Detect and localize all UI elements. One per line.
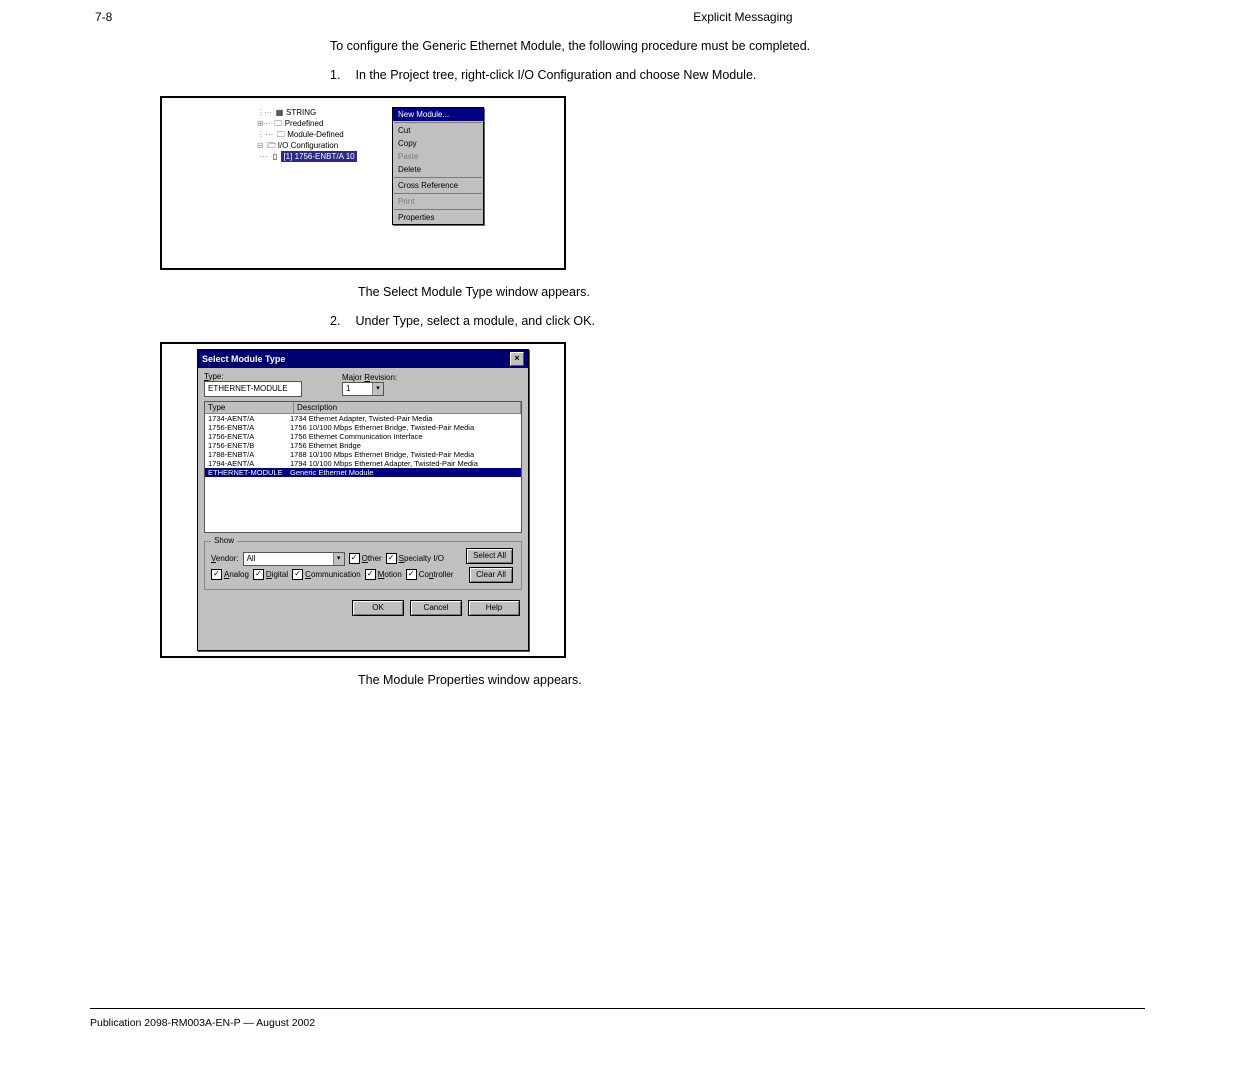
chk-motion[interactable]: ✓Motion [365,569,402,580]
tree-item-module-defined[interactable]: Module-Defined [287,129,343,140]
list-item[interactable]: 1756-ENBT/A1756 10/100 Mbps Ethernet Bri… [205,423,521,432]
ctx-paste: Paste [393,150,483,163]
cancel-button[interactable]: Cancel [410,600,462,616]
list-item-selected[interactable]: ETHERNET-MODULEGeneric Ethernet Module [205,468,521,477]
list-item[interactable]: 1794-AENT/A1794 10/100 Mbps Ethernet Ada… [205,459,521,468]
intro-paragraph: To configure the Generic Ethernet Module… [330,38,1140,55]
chk-controller[interactable]: ✓Controller [406,569,454,580]
ctx-separator [394,209,482,210]
figure-select-module-dialog: Select Module Type × Type: ETHERNET-MODU… [160,342,566,658]
figure-context-menu: ⋮⋯ ▦ STRING ⊞⋯ 🗀 Predefined ⋮ ⋯ 🗀 Module… [160,96,566,270]
ctx-copy[interactable]: Copy [393,137,483,150]
list-item[interactable]: 1756-ENET/B1756 Ethernet Bridge [205,441,521,450]
chk-other[interactable]: ✓Other [349,553,382,564]
column-header-type[interactable]: Type [205,402,294,413]
step3-text: Under Type, select a module, and click O… [355,313,1135,330]
ok-button[interactable]: OK [352,600,404,616]
dialog-footer: OK Cancel Help [198,594,528,622]
ctx-print: Print [393,195,483,208]
context-menu: New Module... Cut Copy Paste Delete Cros… [392,107,484,225]
close-icon[interactable]: × [510,352,524,366]
module-icon: ▯ [270,152,279,161]
tree-collapse-icon[interactable]: ⊟ [257,140,265,151]
step2-text: The Select Module Type window appears. [358,284,1140,301]
list-item[interactable]: 1788-ENBT/A1788 10/100 Mbps Ethernet Bri… [205,450,521,459]
step-number: 1. [330,67,352,84]
tree-connector-icon: ⋮ ⋯ [257,129,274,140]
tree-item-predefined[interactable]: Predefined [285,118,324,129]
section-title: Explicit Messaging [693,10,792,24]
tree-item-string[interactable]: STRING [286,107,316,118]
step4-text: The Module Properties window appears. [358,672,1140,689]
list-item[interactable]: 1734-AENT/A1734 Ethernet Adapter, Twiste… [205,414,521,423]
page-number: 7-8 [95,10,112,24]
show-groupbox: Show Vendor: All ▾ ✓Other ✓Specialty I/O… [204,541,522,590]
vendor-value: All [244,554,333,563]
dialog-title-text: Select Module Type [202,354,285,364]
ctx-cross-reference[interactable]: Cross Reference [393,179,483,192]
ctx-new-module[interactable]: New Module... [393,108,483,121]
publication-text: Publication 2098-RM003A-EN-P — August 20… [90,1017,315,1029]
module-type-list[interactable]: Type Description 1734-AENT/A1734 Etherne… [204,401,522,533]
ctx-delete[interactable]: Delete [393,163,483,176]
ctx-properties[interactable]: Properties [393,211,483,224]
chk-analog[interactable]: ✓Analog [211,569,249,580]
folder-icon: 🗀 [274,119,283,128]
tree-item-io-config[interactable]: I/O Configuration [278,140,338,151]
list-item[interactable]: 1756-ENET/A1756 Ethernet Communication I… [205,432,521,441]
datatype-icon: ▦ [275,108,284,117]
help-button[interactable]: Help [468,600,520,616]
folder-icon: 🗀 [276,130,285,139]
chevron-down-icon[interactable]: ▾ [333,553,344,565]
major-revision-value: 1 [343,384,372,393]
ctx-separator [394,177,482,178]
ctx-separator [394,122,482,123]
chk-communication[interactable]: ✓Communication [292,569,361,580]
step-number: 2. [330,313,352,330]
ctx-separator [394,193,482,194]
tree-expand-icon[interactable]: ⊞⋯ [257,118,272,129]
tree-connector-icon: ⋯ [257,151,268,162]
tree-item-selected-module[interactable]: [1] 1756-ENBT/A 10 [281,151,356,162]
vendor-select[interactable]: All ▾ [243,552,345,566]
clear-all-button[interactable]: Clear All [469,567,513,583]
show-legend: Show [211,536,237,545]
step1-text: In the Project tree, right-click I/O Con… [355,67,1135,84]
chevron-down-icon[interactable]: ▾ [372,383,383,395]
major-revision-stepper[interactable]: 1 ▾ [342,382,384,396]
chk-specialty-io[interactable]: ✓Specialty I/O [386,553,444,564]
column-header-description[interactable]: Description [294,402,521,413]
tree-connector-icon: ⋮⋯ [257,107,273,118]
folder-open-icon: 🗁 [267,141,276,150]
project-tree[interactable]: ⋮⋯ ▦ STRING ⊞⋯ 🗀 Predefined ⋮ ⋯ 🗀 Module… [257,107,387,162]
dialog-titlebar[interactable]: Select Module Type × [198,350,528,368]
footer-rule [90,1008,1145,1009]
ctx-cut[interactable]: Cut [393,124,483,137]
type-field: ETHERNET-MODULE [204,381,302,397]
chk-digital[interactable]: ✓Digital [253,569,288,580]
select-all-button[interactable]: Select All [466,548,513,564]
select-module-type-dialog: Select Module Type × Type: ETHERNET-MODU… [197,349,529,651]
